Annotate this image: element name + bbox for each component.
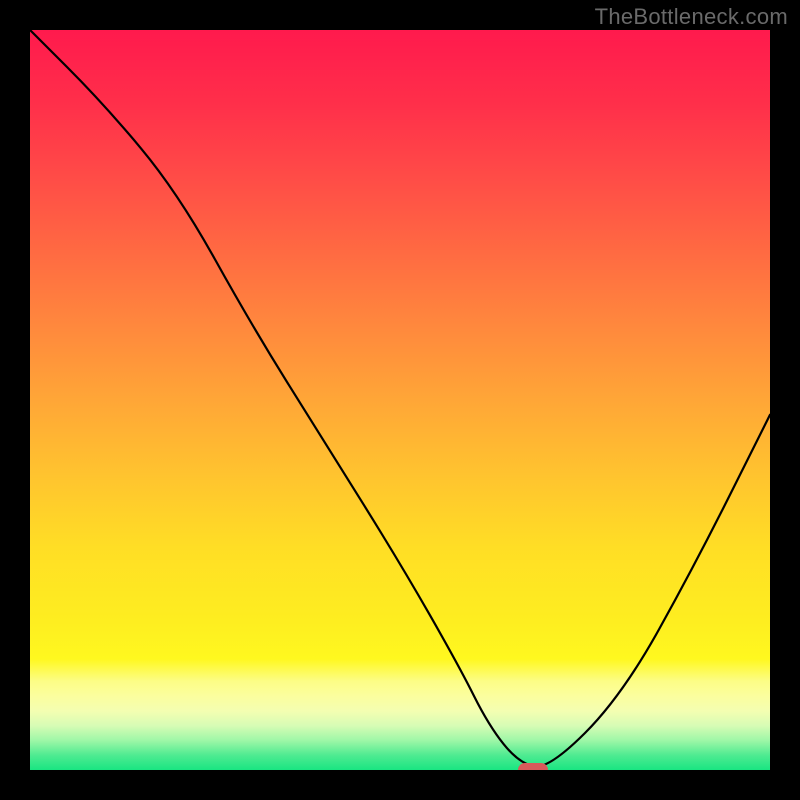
bottleneck-curve-path xyxy=(30,30,770,767)
optimum-marker xyxy=(518,763,548,770)
chart-curve-svg xyxy=(30,30,770,770)
chart-plot-area xyxy=(30,30,770,770)
watermark-text: TheBottleneck.com xyxy=(595,4,788,30)
